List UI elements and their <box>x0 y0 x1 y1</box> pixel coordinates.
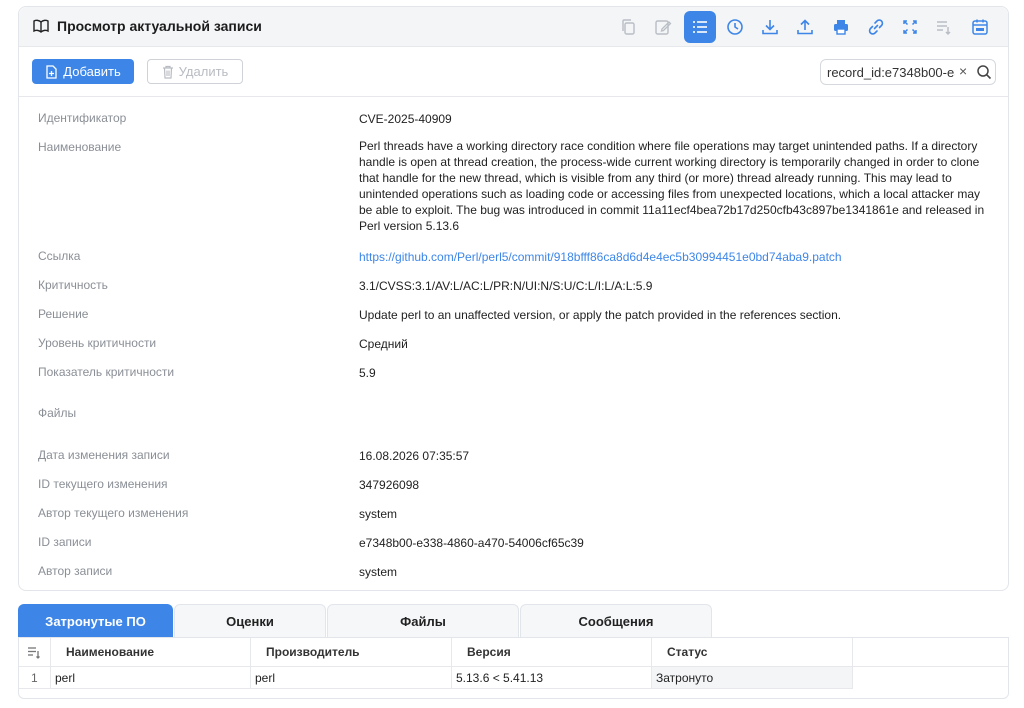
card-header: Просмотр актуальной записи <box>19 7 1008 47</box>
field-value-record-id: e7348b00-e338-4860-a470-54006cf65c39 <box>359 536 584 550</box>
field-value-record-author: system <box>359 565 398 579</box>
field-label-link: Ссылка <box>38 249 81 263</box>
page-title: Просмотр актуальной записи <box>57 18 262 34</box>
fullscreen-icon <box>903 20 917 34</box>
field-label-criticality: Критичность <box>38 278 108 292</box>
link-button[interactable] <box>860 11 892 43</box>
row-number: 1 <box>19 667 51 689</box>
print-button[interactable] <box>825 11 857 43</box>
field-label-identifier: Идентификатор <box>38 111 127 125</box>
calendar-icon <box>972 19 988 35</box>
field-value-change-id: 347926098 <box>359 478 420 492</box>
sort-button[interactable] <box>928 11 960 43</box>
add-file-icon <box>46 64 57 79</box>
calendar-button[interactable] <box>964 11 996 43</box>
field-value-name: Perl threads have a working directory ra… <box>359 139 985 233</box>
search-icon[interactable] <box>976 64 992 80</box>
table-cell-vendor[interactable]: perl <box>251 667 452 689</box>
list-view-button[interactable] <box>684 11 716 43</box>
list-icon <box>693 21 707 33</box>
column-header-status[interactable]: Статус <box>652 638 853 667</box>
link-icon <box>868 19 884 35</box>
copy-icon <box>622 19 635 35</box>
affected-software-table: Наименование Производитель Версия Статус… <box>18 637 1009 699</box>
field-label-severity-score: Показатель критичности <box>38 365 175 379</box>
print-icon <box>834 20 848 35</box>
column-sort-header[interactable] <box>19 638 51 667</box>
tab-files[interactable]: Файлы <box>327 604 519 637</box>
table-cell-name[interactable]: perl <box>51 667 251 689</box>
edit-icon <box>655 20 672 35</box>
field-value-criticality: 3.1/CVSS:3.1/AV:L/AC:L/PR:N/UI:N/S:U/C:L… <box>359 279 653 293</box>
download-icon <box>762 20 778 35</box>
add-button-label: Добавить <box>63 64 121 79</box>
field-value-change-author: system <box>359 507 398 521</box>
field-value-identifier: CVE-2025-40909 <box>359 112 452 126</box>
download-button[interactable] <box>754 11 786 43</box>
trash-icon <box>162 65 173 79</box>
field-label-files: Файлы <box>38 406 77 420</box>
upload-icon <box>797 19 813 35</box>
delete-button-label: Удалить <box>178 64 229 79</box>
book-icon <box>33 19 49 33</box>
field-label-severity-level: Уровень критичности <box>38 336 157 350</box>
edit-button[interactable] <box>647 11 679 43</box>
field-value-severity-score: 5.9 <box>359 366 376 380</box>
column-header-vendor[interactable]: Производитель <box>251 638 452 667</box>
search-field[interactable]: record_id:e7348b00-e338-4860-a470-54006c… <box>820 59 996 85</box>
copy-button[interactable] <box>612 11 644 43</box>
upload-button[interactable] <box>789 11 821 43</box>
field-value-severity-level: Средний <box>359 337 408 351</box>
sort-icon <box>28 647 40 659</box>
record-card: Просмотр актуальной записи Добавить Удал… <box>18 6 1009 591</box>
field-label-modified-date: Дата изменения записи <box>38 448 170 462</box>
history-button[interactable] <box>719 11 751 43</box>
field-label-change-id: ID текущего изменения <box>38 477 168 491</box>
tab-affected-software[interactable]: Затронутые ПО <box>18 604 173 637</box>
field-label-record-id: ID записи <box>38 535 92 549</box>
fullscreen-button[interactable] <box>894 11 926 43</box>
action-bar: Добавить Удалить record_id:e7348b00-e338… <box>19 47 1008 97</box>
column-header-name[interactable]: Наименование <box>51 638 251 667</box>
field-label-name: Наименование <box>38 140 122 154</box>
field-value-modified-date: 16.08.2026 07:35:57 <box>359 449 470 463</box>
clear-icon[interactable]: × <box>959 63 967 79</box>
add-button[interactable]: Добавить <box>32 59 134 84</box>
tab-messages[interactable]: Сообщения <box>520 604 712 637</box>
search-input[interactable]: record_id:e7348b00-e338-4860-a470-54006c… <box>827 65 955 80</box>
history-icon <box>727 19 743 35</box>
table-cell-status[interactable]: Затронуто <box>652 667 853 689</box>
column-header-version[interactable]: Версия <box>452 638 652 667</box>
field-label-record-author: Автор записи <box>38 564 113 578</box>
column-header-empty <box>853 638 1008 667</box>
table-cell-version[interactable]: 5.13.6 < 5.41.13 <box>452 667 652 689</box>
field-label-solution: Решение <box>38 307 89 321</box>
tab-ratings[interactable]: Оценки <box>174 604 326 637</box>
field-label-change-author: Автор текущего изменения <box>38 506 189 520</box>
sort-icon <box>937 21 951 36</box>
delete-button[interactable]: Удалить <box>147 59 243 84</box>
field-value-solution: Update perl to an unaffected version, or… <box>359 308 842 322</box>
field-value-link[interactable]: https://github.com/Perl/perl5/commit/918… <box>359 249 989 265</box>
